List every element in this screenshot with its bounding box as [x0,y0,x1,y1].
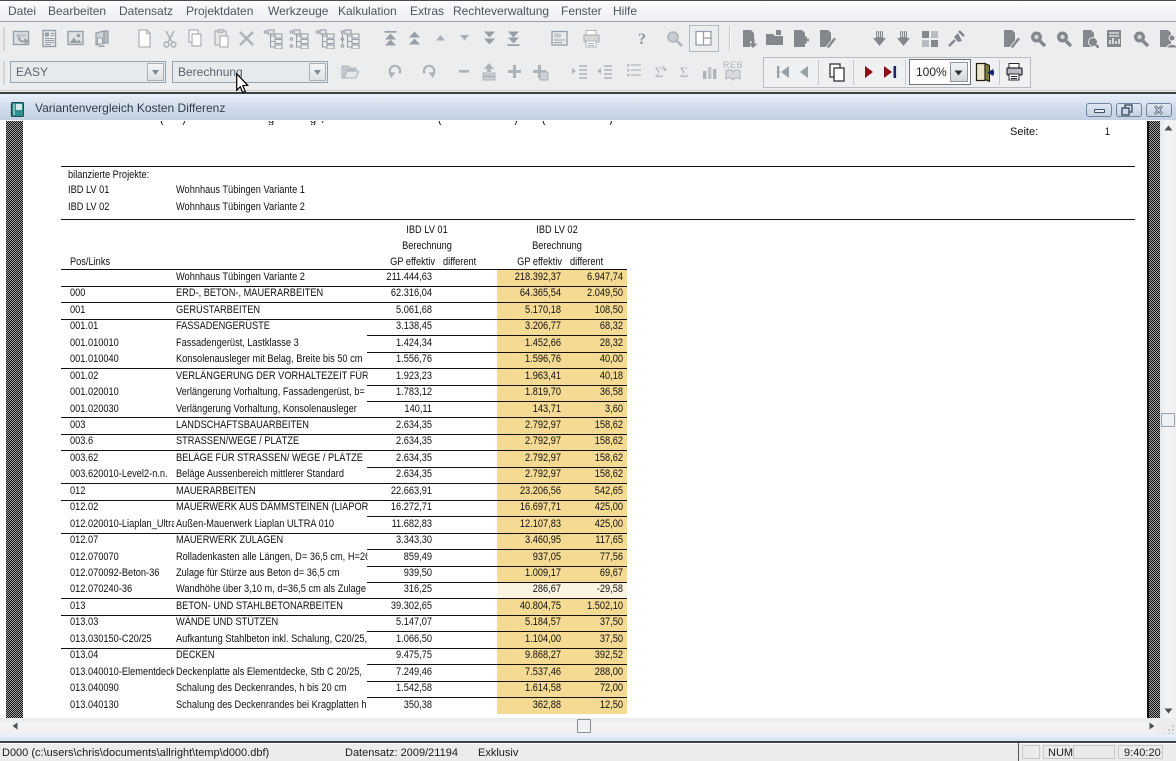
svg-text:Σ: Σ [680,65,689,81]
svg-text:Σ: Σ [655,65,664,81]
svg-text:?: ? [638,31,646,48]
